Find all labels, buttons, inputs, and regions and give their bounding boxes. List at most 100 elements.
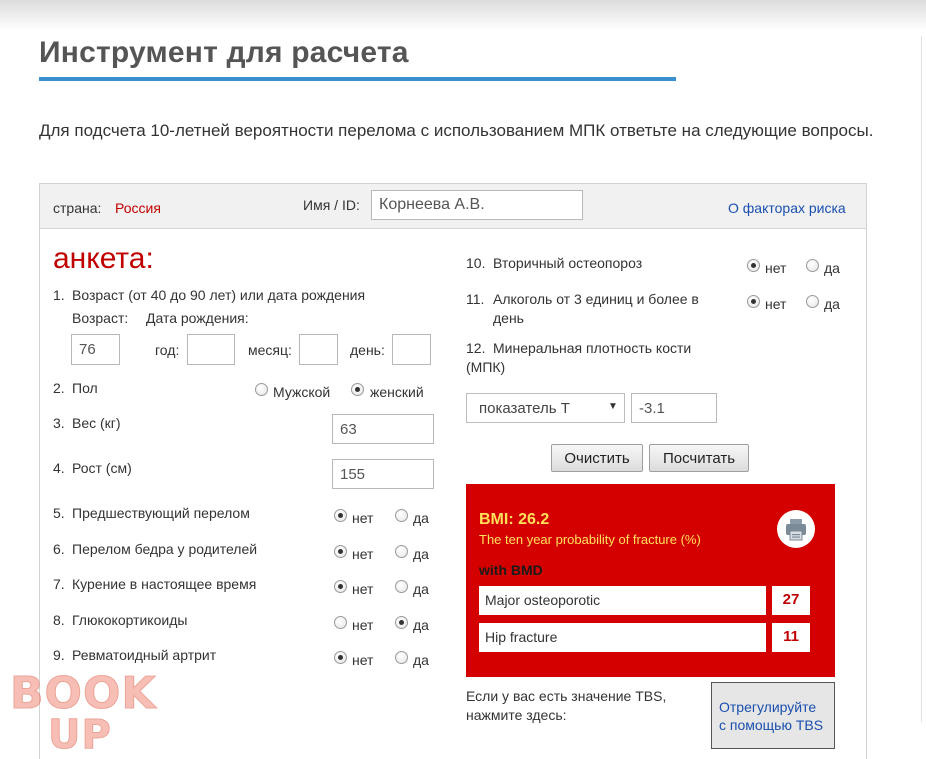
print-button[interactable]	[777, 510, 815, 548]
row-10-radio-yes-label: да	[824, 260, 840, 276]
row-6-radio-no[interactable]	[334, 544, 347, 558]
radio-female[interactable]	[351, 383, 364, 396]
row-11-radio-no[interactable]	[747, 295, 760, 308]
row-11-radio-yes-label: да	[824, 296, 840, 312]
probability-title: The ten year probability of fracture (%)	[479, 532, 701, 547]
row-7-question-num: 7.	[53, 576, 65, 592]
with-bmd-label: with BMD	[479, 562, 543, 578]
row-9-question: 9. Ревматоидный артрит	[53, 646, 216, 665]
name-id-label: Имя / ID:	[303, 197, 360, 213]
question-age: 1. Возраст (от 40 до 90 лет) или дата рож…	[53, 287, 366, 303]
row-10-question-num: 10.	[466, 255, 486, 271]
risk-factors-link[interactable]: О факторах риска	[728, 200, 846, 216]
row-7-radio-no[interactable]	[334, 580, 347, 593]
row-9-radio-yes-label: да	[413, 652, 429, 668]
row-7-question: 7. Курение в настоящее время	[53, 575, 256, 594]
row-8-radio-yes[interactable]	[395, 615, 408, 629]
row-9-radio-yes[interactable]	[395, 651, 408, 664]
row-10-question: 10. Вторичный остеопороз	[466, 254, 711, 273]
intro-text: Для подсчета 10-летней вероятности перел…	[39, 121, 874, 140]
row-5-question: 5. Предшествующий перелом	[53, 504, 250, 523]
question-sex-label: Пол	[72, 380, 98, 396]
row-5-radio-yes-label: да	[413, 510, 429, 526]
question-age-label: Возраст (от 40 до 90 лет) или дата рожде…	[72, 287, 366, 303]
row-8-radio-no-label: нет	[352, 616, 374, 633]
bmd-type-select-value: показатель T	[479, 400, 570, 417]
page-title: Инструмент для расчета	[39, 36, 409, 69]
row-9-radio-no[interactable]	[334, 651, 347, 664]
row-8-question-num: 8.	[53, 611, 65, 628]
row-5-question-num: 5.	[53, 505, 65, 521]
row-5-question-label: Предшествующий перелом	[72, 505, 250, 521]
birth-date-label: Дата рождения:	[146, 310, 249, 326]
row-10-radio-no[interactable]	[747, 259, 760, 272]
row-6-radio-yes-label: да	[413, 545, 429, 562]
row-7-question-label: Курение в настоящее время	[72, 576, 257, 592]
row-5-radio-yes[interactable]	[395, 509, 408, 522]
question-bmd: 12. Минеральная плотность кости (МПК)	[466, 339, 716, 377]
row-6-radio-yes[interactable]	[395, 544, 408, 558]
page-edge-line	[921, 36, 922, 722]
year-input[interactable]	[187, 334, 235, 365]
weight-input[interactable]	[332, 414, 434, 444]
question-weight-label: Вес (кг)	[72, 415, 121, 431]
age-input[interactable]	[71, 334, 120, 365]
row-5-radio-no-label: нет	[352, 510, 374, 526]
row-8-radio-no[interactable]	[334, 615, 347, 629]
country-select[interactable]: Россия	[115, 200, 161, 216]
question-weight: 3. Вес (кг)	[53, 415, 121, 431]
row-5-radio-no[interactable]	[334, 509, 347, 522]
bmi-value: BMI: 26.2	[479, 511, 550, 528]
age-label: Возраст:	[72, 310, 129, 326]
title-underline	[39, 77, 676, 81]
result-major-label: Major osteoporotic	[479, 586, 766, 615]
row-6-question-label: Перелом бедра у родителей	[72, 540, 258, 557]
year-label: год:	[155, 342, 180, 358]
result-major-value: 27	[772, 586, 810, 615]
question-bmd-num: 12.	[466, 340, 486, 356]
bmd-value-input[interactable]	[631, 393, 717, 423]
country-label: страна:	[53, 200, 102, 216]
calculate-button[interactable]: Посчитать	[649, 444, 749, 472]
height-input[interactable]	[332, 459, 434, 489]
name-id-input[interactable]	[371, 190, 583, 220]
clear-button[interactable]: Очистить	[551, 444, 643, 472]
question-height-label: Рост (см)	[72, 460, 132, 476]
top-shade	[0, 0, 926, 30]
watermark-text-up: UP	[48, 712, 112, 750]
row-11-radio-yes[interactable]	[806, 295, 819, 308]
row-9-radio-no-label: нет	[352, 652, 374, 668]
panel-header: страна: Россия Имя / ID: О факторах риск…	[40, 184, 866, 229]
row-9-question-label: Ревматоидный артрит	[72, 647, 217, 663]
radio-male[interactable]	[255, 383, 268, 396]
radio-female-label: женский	[370, 384, 424, 400]
row-10-question-label: Вторичный остеопороз	[493, 255, 643, 271]
question-sex: 2. Пол	[53, 380, 98, 396]
tbs-hint: Если у вас есть значение TBS, нажмите зд…	[466, 688, 667, 723]
row-11-question-label: Алкоголь от 3 единиц и более в день	[493, 291, 699, 326]
row-11-question-num: 11.	[466, 291, 485, 307]
row-6-question: 6. Перелом бедра у родителей	[53, 540, 257, 559]
row-11-radio-no-label: нет	[765, 296, 787, 312]
form-title: анкета:	[53, 242, 154, 275]
chevron-down-icon: ▼	[608, 401, 618, 412]
result-box: BMI: 26.2 The ten year probability of fr…	[466, 484, 835, 677]
result-hip-label: Hip fracture	[479, 623, 766, 652]
row-8-question: 8. Глюкокортикоиды	[53, 611, 187, 630]
row-11-question: 11. Алкоголь от 3 единиц и более в день	[466, 290, 711, 328]
row-6-question-num: 6.	[53, 540, 65, 557]
day-input[interactable]	[392, 334, 431, 365]
bookup-watermark-logo: BOOK UP	[10, 668, 157, 750]
tbs-adjust-button[interactable]: Отрегулируйте с помощью TBS	[711, 682, 835, 749]
result-hip-value: 11	[772, 623, 810, 652]
month-label: месяц:	[248, 342, 292, 358]
month-input[interactable]	[299, 334, 338, 365]
question-height: 4. Рост (см)	[53, 460, 132, 476]
radio-male-label: Мужской	[273, 384, 331, 400]
bmd-type-select[interactable]: показатель T ▼	[466, 393, 625, 423]
row-7-radio-yes[interactable]	[395, 580, 408, 593]
row-9-question-num: 9.	[53, 647, 65, 663]
row-7-radio-no-label: нет	[352, 581, 374, 597]
row-8-question-label: Глюкокортикоиды	[72, 611, 188, 628]
row-10-radio-yes[interactable]	[806, 259, 819, 272]
